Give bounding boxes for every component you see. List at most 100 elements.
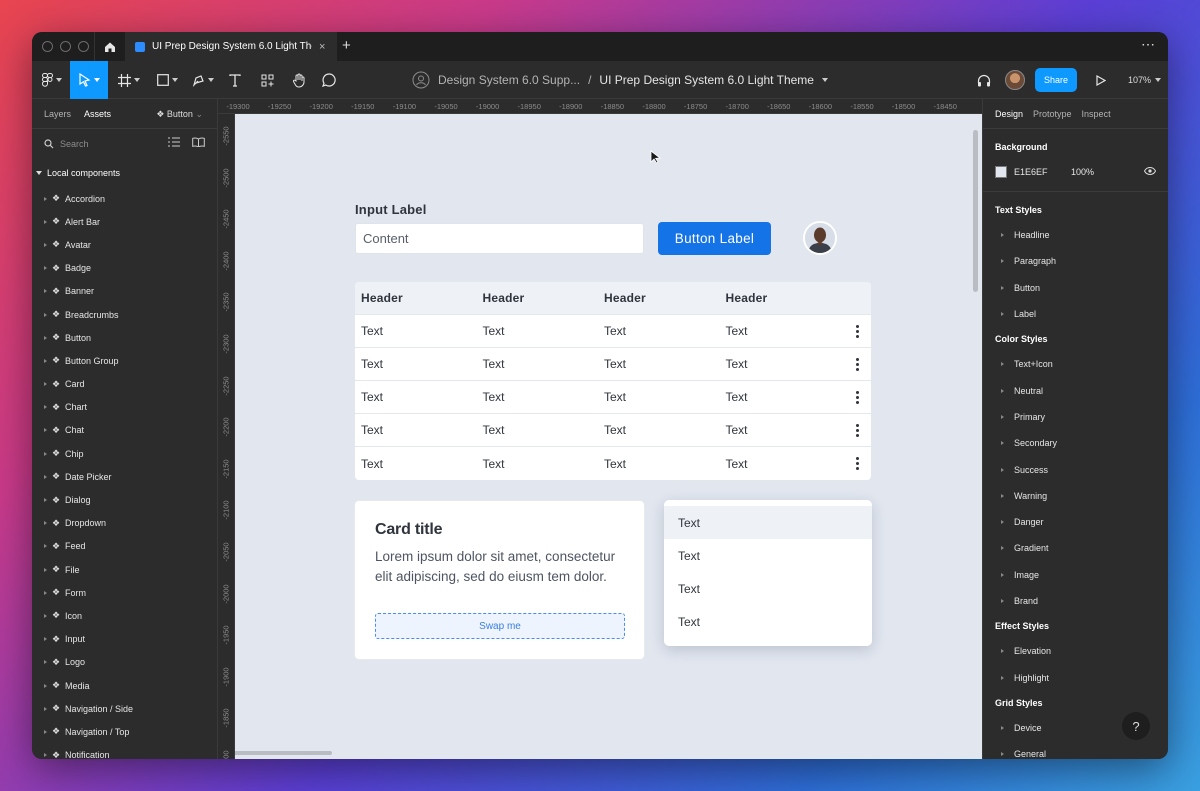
list-view-icon[interactable] bbox=[168, 137, 180, 147]
component-item[interactable]: ❖ Chat bbox=[32, 419, 217, 442]
chevron-right-icon[interactable] bbox=[1001, 233, 1004, 238]
component-item[interactable]: ❖ Badge bbox=[32, 257, 217, 280]
minimize-window-button[interactable] bbox=[60, 41, 71, 52]
chevron-right-icon[interactable] bbox=[44, 451, 47, 456]
style-item[interactable]: Danger bbox=[983, 509, 1168, 535]
chevron-right-icon[interactable] bbox=[1001, 572, 1004, 577]
component-item[interactable]: ❖ Dialog bbox=[32, 488, 217, 511]
component-item[interactable]: ❖ Navigation / Side bbox=[32, 697, 217, 720]
component-item[interactable]: ❖ Logo bbox=[32, 651, 217, 674]
home-button[interactable] bbox=[94, 32, 124, 61]
zoom-control[interactable]: 107% bbox=[1128, 61, 1162, 99]
background-swatch[interactable] bbox=[995, 166, 1007, 178]
breadcrumb-file[interactable]: UI Prep Design System 6.0 Light Theme bbox=[599, 73, 814, 87]
hand-tool-button[interactable] bbox=[288, 61, 310, 99]
tab-design[interactable]: Design bbox=[995, 109, 1023, 119]
style-item[interactable]: Paragraph bbox=[983, 248, 1168, 274]
horizontal-scrollbar[interactable] bbox=[235, 751, 332, 755]
component-item[interactable]: ❖ Icon bbox=[32, 604, 217, 627]
component-item[interactable]: ❖ Input bbox=[32, 628, 217, 651]
menu-item[interactable]: Text bbox=[664, 605, 872, 638]
chevron-right-icon[interactable] bbox=[1001, 493, 1004, 498]
page-selector[interactable]: ❖ Button ⌄ bbox=[156, 109, 203, 120]
component-item[interactable]: ❖ Dropdown bbox=[32, 512, 217, 535]
chevron-right-icon[interactable] bbox=[44, 196, 47, 201]
breadcrumb-project[interactable]: Design System 6.0 Supp... bbox=[438, 73, 580, 87]
table-row[interactable]: Text Text Text Text bbox=[355, 315, 871, 348]
share-button[interactable]: Share bbox=[1035, 68, 1077, 92]
chevron-right-icon[interactable] bbox=[1001, 285, 1004, 290]
kebab-menu-icon[interactable] bbox=[856, 391, 859, 404]
chevron-right-icon[interactable] bbox=[44, 544, 47, 549]
style-item[interactable]: Warning bbox=[983, 483, 1168, 509]
chevron-right-icon[interactable] bbox=[44, 660, 47, 665]
style-item[interactable]: Headline bbox=[983, 222, 1168, 248]
chevron-right-icon[interactable] bbox=[44, 729, 47, 734]
component-item[interactable]: ❖ Button Group bbox=[32, 349, 217, 372]
kebab-menu-icon[interactable] bbox=[856, 457, 859, 470]
components-tool-button[interactable] bbox=[256, 61, 278, 99]
chevron-right-icon[interactable] bbox=[1001, 441, 1004, 446]
chevron-right-icon[interactable] bbox=[44, 567, 47, 572]
tab-prototype[interactable]: Prototype bbox=[1033, 109, 1072, 119]
chevron-right-icon[interactable] bbox=[44, 382, 47, 387]
close-window-button[interactable] bbox=[42, 41, 53, 52]
comment-tool-button[interactable] bbox=[318, 61, 340, 99]
chevron-right-icon[interactable] bbox=[44, 266, 47, 271]
chevron-right-icon[interactable] bbox=[1001, 520, 1004, 525]
chevron-right-icon[interactable] bbox=[44, 637, 47, 642]
component-item[interactable]: ❖ Feed bbox=[32, 535, 217, 558]
kebab-menu-icon[interactable] bbox=[856, 424, 859, 437]
background-fill-row[interactable]: E1E6EF 100% bbox=[983, 159, 1168, 185]
chevron-right-icon[interactable] bbox=[1001, 362, 1004, 367]
text-tool-button[interactable] bbox=[224, 61, 246, 99]
menu-item[interactable]: Text bbox=[664, 572, 872, 605]
vertical-scrollbar[interactable] bbox=[973, 130, 978, 292]
chevron-right-icon[interactable] bbox=[1001, 649, 1004, 654]
table-row[interactable]: Text Text Text Text bbox=[355, 381, 871, 414]
chevron-right-icon[interactable] bbox=[44, 335, 47, 340]
audio-button[interactable] bbox=[972, 61, 996, 99]
search-input[interactable]: Search bbox=[60, 139, 89, 149]
chevron-right-icon[interactable] bbox=[44, 590, 47, 595]
chevron-right-icon[interactable] bbox=[1001, 388, 1004, 393]
eye-icon[interactable] bbox=[1144, 167, 1156, 175]
component-item[interactable]: ❖ Notification bbox=[32, 744, 217, 759]
chevron-right-icon[interactable] bbox=[44, 521, 47, 526]
chevron-right-icon[interactable] bbox=[44, 405, 47, 410]
style-item[interactable]: Button bbox=[983, 275, 1168, 301]
component-item[interactable]: ❖ Media bbox=[32, 674, 217, 697]
component-item[interactable]: ❖ Chip bbox=[32, 442, 217, 465]
frame-tool-button[interactable] bbox=[114, 61, 144, 99]
chevron-right-icon[interactable] bbox=[44, 706, 47, 711]
local-components-section[interactable]: Local components bbox=[32, 159, 217, 187]
style-item[interactable]: General bbox=[983, 741, 1168, 759]
pen-tool-button[interactable] bbox=[188, 61, 218, 99]
style-item[interactable]: Brand bbox=[983, 588, 1168, 614]
style-item[interactable]: Success bbox=[983, 456, 1168, 482]
chevron-right-icon[interactable] bbox=[44, 289, 47, 294]
component-item[interactable]: ❖ File bbox=[32, 558, 217, 581]
chevron-right-icon[interactable] bbox=[44, 242, 47, 247]
component-item[interactable]: ❖ Breadcrumbs bbox=[32, 303, 217, 326]
style-item[interactable]: Highlight bbox=[983, 664, 1168, 690]
avatar[interactable] bbox=[803, 221, 837, 255]
chevron-right-icon[interactable] bbox=[44, 428, 47, 433]
help-button[interactable]: ? bbox=[1122, 712, 1150, 740]
assets-search[interactable]: Search bbox=[32, 129, 217, 159]
chevron-right-icon[interactable] bbox=[44, 312, 47, 317]
style-item[interactable]: Secondary bbox=[983, 430, 1168, 456]
menu-item[interactable]: Text bbox=[664, 539, 872, 572]
swap-slot[interactable]: Swap me bbox=[375, 613, 625, 639]
tab-assets[interactable]: Assets bbox=[84, 109, 111, 119]
zoom-window-button[interactable] bbox=[78, 41, 89, 52]
chevron-right-icon[interactable] bbox=[1001, 312, 1004, 317]
component-item[interactable]: ❖ Alert Bar bbox=[32, 210, 217, 233]
chevron-right-icon[interactable] bbox=[44, 753, 47, 758]
table-row[interactable]: Text Text Text Text bbox=[355, 447, 871, 480]
user-avatar[interactable] bbox=[1005, 70, 1025, 90]
chevron-right-icon[interactable] bbox=[44, 613, 47, 618]
component-item[interactable]: ❖ Navigation / Top bbox=[32, 720, 217, 743]
chevron-right-icon[interactable] bbox=[44, 219, 47, 224]
style-item[interactable]: Elevation bbox=[983, 638, 1168, 664]
